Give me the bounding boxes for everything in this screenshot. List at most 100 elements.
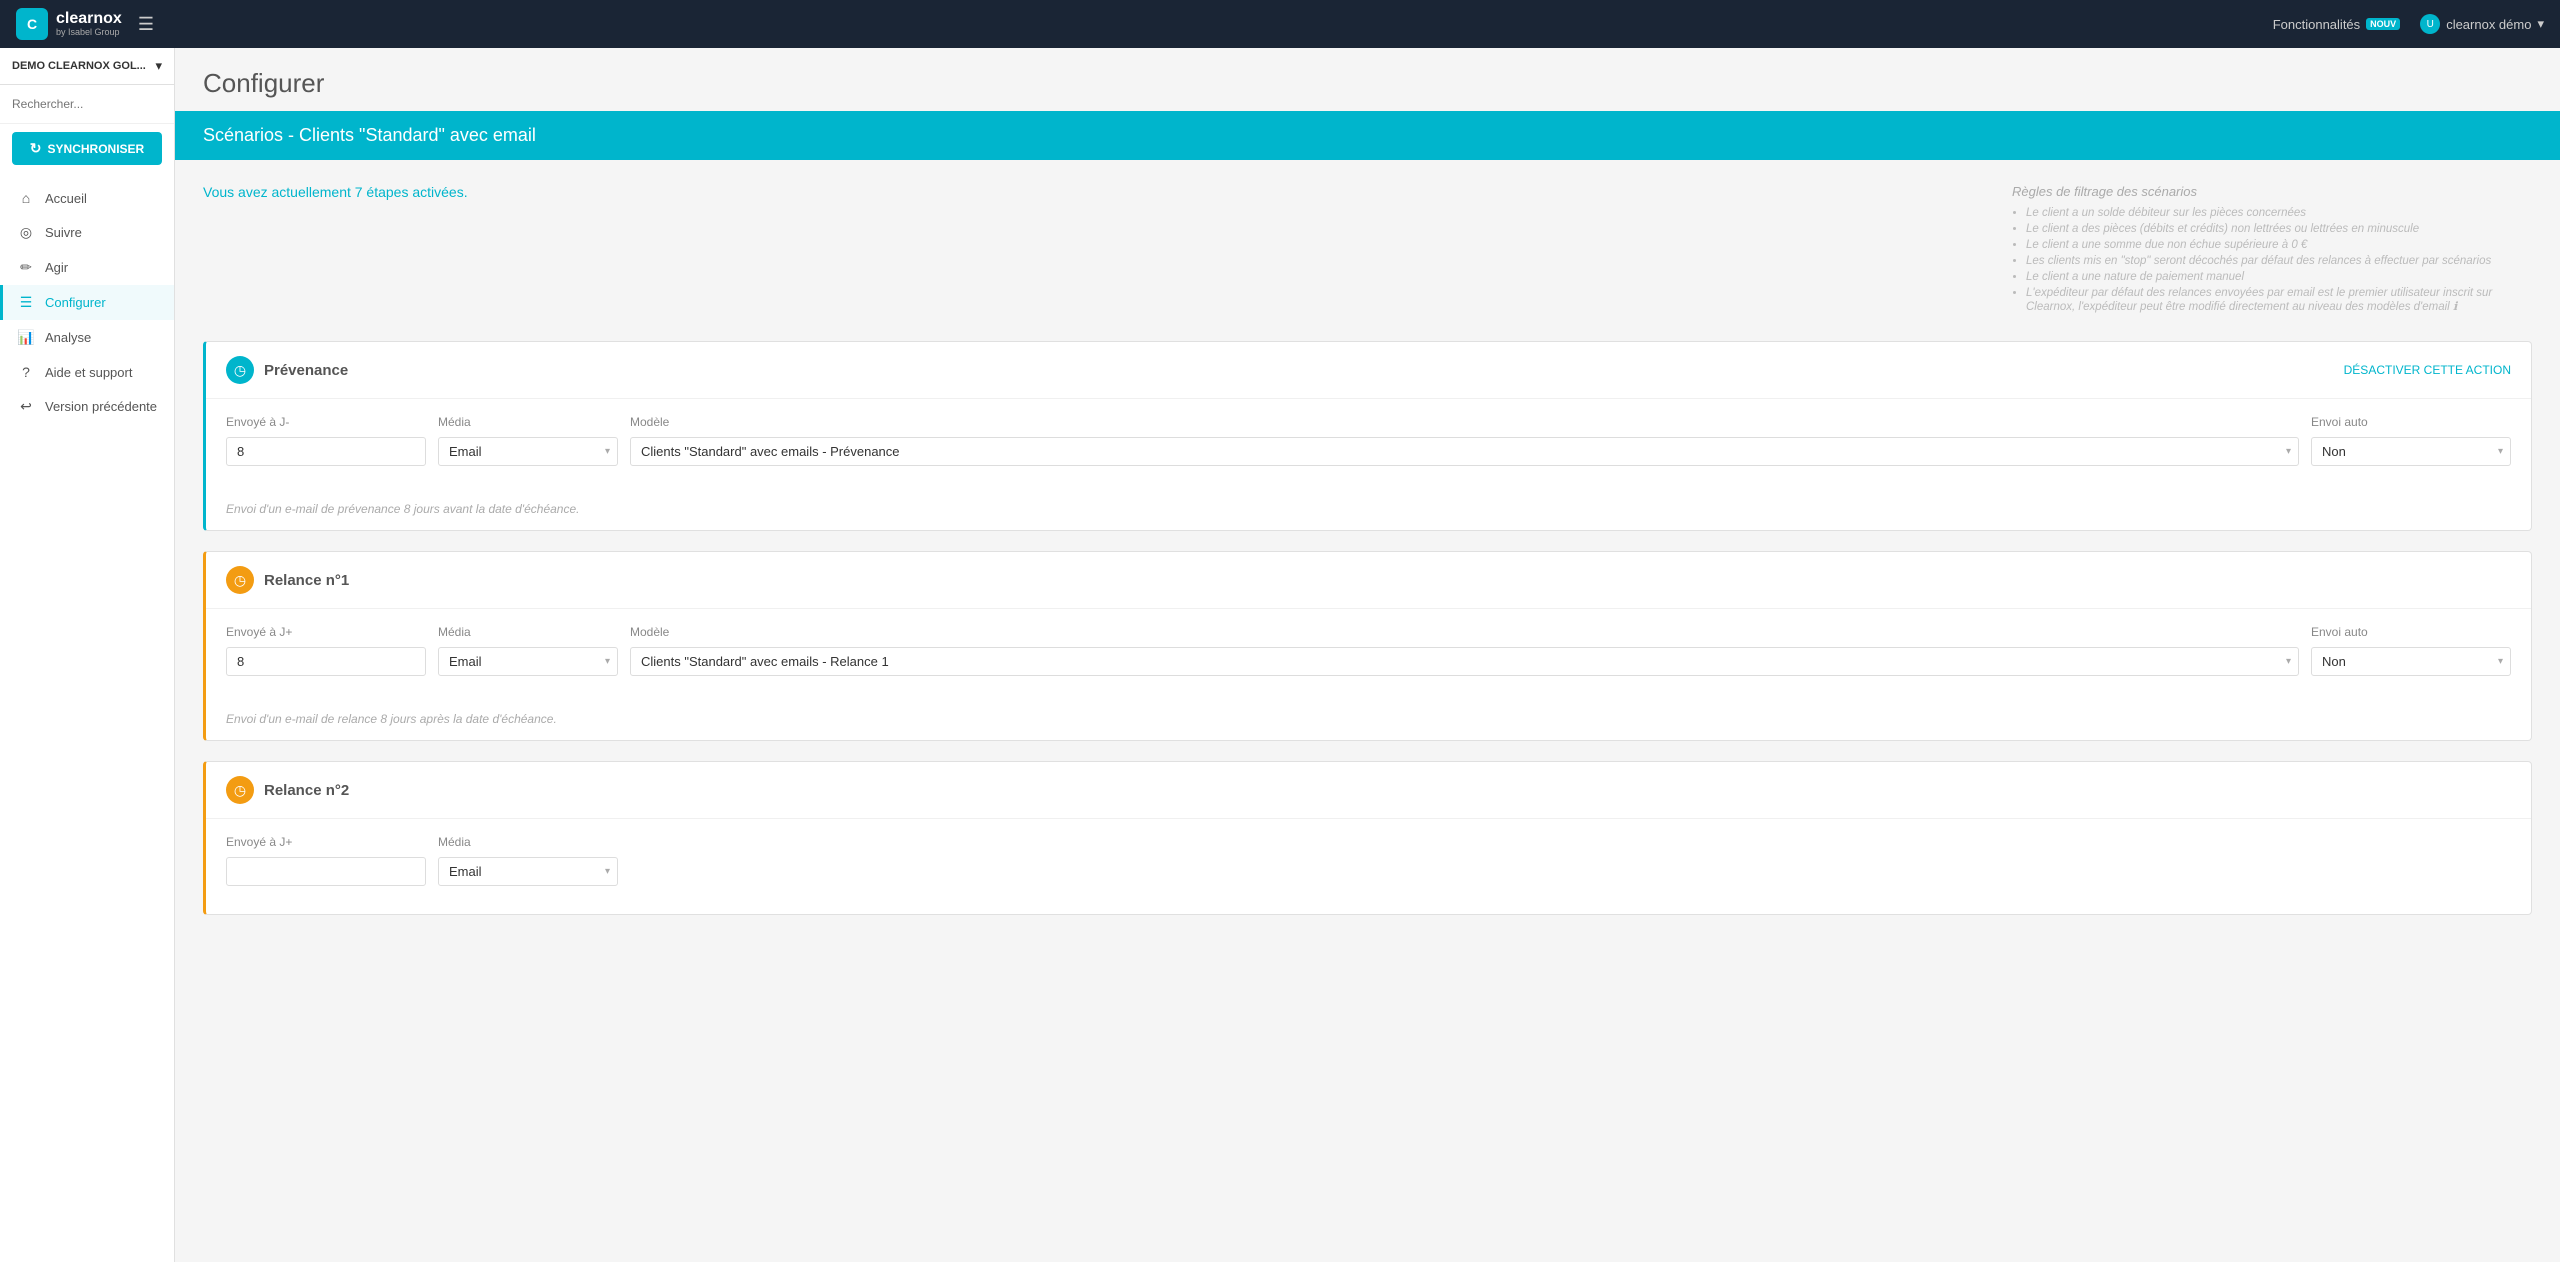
relance2-media-group: Média Email SMS Courrier ▾ xyxy=(438,835,618,886)
relance2-media-select[interactable]: Email SMS Courrier xyxy=(438,857,618,886)
sidebar-item-label: Configurer xyxy=(45,295,106,310)
prevenance-media-select[interactable]: Email SMS Courrier xyxy=(438,437,618,466)
relance1-title: Relance n°1 xyxy=(264,572,349,589)
layout: DEMO CLEARNOX GOL... ▾ ↻ SYNCHRONISER ⌂ … xyxy=(0,48,2560,1262)
hamburger-icon[interactable]: ☰ xyxy=(138,14,154,35)
relance1-media-select[interactable]: Email SMS Courrier xyxy=(438,647,618,676)
filter-rule-item: Le client a un solde débiteur sur les pi… xyxy=(2026,207,2532,219)
filter-rules-list: Le client a un solde débiteur sur les pi… xyxy=(2012,207,2532,313)
prevenance-modele-group: Modèle Clients "Standard" avec emails - … xyxy=(630,415,2299,466)
prevenance-auto-select[interactable]: Non Oui xyxy=(2311,437,2511,466)
relance2-fields-row: Envoyé à J+ Média Email SMS Courrier xyxy=(226,835,2511,886)
relance1-auto-select[interactable]: Non Oui xyxy=(2311,647,2511,676)
prevenance-media-label: Média xyxy=(438,415,618,429)
steps-active-text: Vous avez actuellement 7 étapes activées… xyxy=(203,184,468,200)
prevenance-auto-wrapper: Non Oui ▾ xyxy=(2311,437,2511,466)
prevenance-modele-select[interactable]: Clients "Standard" avec emails - Prévena… xyxy=(630,437,2299,466)
sidebar-item-label: Agir xyxy=(45,260,68,275)
sidebar-item-agir[interactable]: ✏ Agir xyxy=(0,250,174,285)
relance2-title-area: ◷ Relance n°2 xyxy=(226,776,349,804)
config-icon: ☰ xyxy=(17,294,35,311)
prevenance-header: ◷ Prévenance DÉSACTIVER CETTE ACTION xyxy=(206,342,2531,399)
filter-rule-item: Le client a une somme due non échue supé… xyxy=(2026,239,2532,251)
prevenance-icon: ◷ xyxy=(226,356,254,384)
company-chevron-icon: ▾ xyxy=(155,58,162,74)
filter-rule-item: Les clients mis en "stop" seront décoché… xyxy=(2026,255,2532,267)
relance2-title: Relance n°2 xyxy=(264,782,349,799)
relance1-fields: Envoyé à J+ Média Email SMS Courrier xyxy=(206,609,2531,704)
user-label: clearnox démo xyxy=(2446,17,2531,32)
page-header: Configurer xyxy=(175,48,2560,111)
relance1-auto-label: Envoi auto xyxy=(2311,625,2511,639)
sidebar-item-label: Version précédente xyxy=(45,399,157,414)
new-badge: NOUV xyxy=(2366,18,2400,30)
relance2-header: ◷ Relance n°2 xyxy=(206,762,2531,819)
relance1-header: ◷ Relance n°1 xyxy=(206,552,2531,609)
help-icon: ? xyxy=(17,364,35,380)
fonctionnalites-menu[interactable]: Fonctionnalités NOUV xyxy=(2273,17,2400,32)
filter-rule-item: Le client a une nature de paiement manue… xyxy=(2026,271,2532,283)
prevenance-title: Prévenance xyxy=(264,362,348,379)
deactivate-prevenance-button[interactable]: DÉSACTIVER CETTE ACTION xyxy=(2344,363,2511,377)
relance1-media-wrapper: Email SMS Courrier ▾ xyxy=(438,647,618,676)
relance2-fields: Envoyé à J+ Média Email SMS Courrier xyxy=(206,819,2531,914)
relance1-modele-select[interactable]: Clients "Standard" avec emails - Relance… xyxy=(630,647,2299,676)
sidebar-item-label: Suivre xyxy=(45,225,82,240)
prevenance-envoi-group: Envoyé à J- xyxy=(226,415,426,466)
sidebar-item-label: Accueil xyxy=(45,191,87,206)
scenario-header: Scénarios - Clients "Standard" avec emai… xyxy=(175,111,2560,160)
sidebar-item-suivre[interactable]: ◎ Suivre xyxy=(0,215,174,250)
top-nav-left: C clearnox by Isabel Group ☰ xyxy=(16,8,154,40)
relance1-fields-row: Envoyé à J+ Média Email SMS Courrier xyxy=(226,625,2511,676)
sidebar-item-aide[interactable]: ? Aide et support xyxy=(0,355,174,389)
top-nav: C clearnox by Isabel Group ☰ Fonctionnal… xyxy=(0,0,2560,48)
content-body: Vous avez actuellement 7 étapes activées… xyxy=(175,160,2560,959)
sidebar-item-configurer[interactable]: ☰ Configurer xyxy=(0,285,174,320)
sidebar-item-label: Analyse xyxy=(45,330,91,345)
sidebar: DEMO CLEARNOX GOL... ▾ ↻ SYNCHRONISER ⌂ … xyxy=(0,48,175,1262)
prevenance-media-group: Média Email SMS Courrier ▾ xyxy=(438,415,618,466)
filter-rules-title: Règles de filtrage des scénarios xyxy=(2012,184,2532,199)
company-name: DEMO CLEARNOX GOL... xyxy=(12,60,146,72)
prevenance-fields-row: Envoyé à J- Média Email SMS Courrier xyxy=(226,415,2511,466)
relance2-envoi-group: Envoyé à J+ xyxy=(226,835,426,886)
prevenance-envoi-label: Envoyé à J- xyxy=(226,415,426,429)
sidebar-item-analyse[interactable]: 📊 Analyse xyxy=(0,320,174,355)
sync-label: SYNCHRONISER xyxy=(48,142,145,156)
sidebar-item-accueil[interactable]: ⌂ Accueil xyxy=(0,181,174,215)
filter-rule-item: L'expéditeur par défaut des relances env… xyxy=(2026,287,2532,313)
company-selector[interactable]: DEMO CLEARNOX GOL... ▾ xyxy=(0,48,174,85)
prevenance-fields: Envoyé à J- Média Email SMS Courrier xyxy=(206,399,2531,494)
relance2-envoi-input[interactable] xyxy=(226,857,426,886)
relance2-media-label: Média xyxy=(438,835,618,849)
prevenance-title-area: ◷ Prévenance xyxy=(226,356,348,384)
relance1-auto-group: Envoi auto Non Oui ▾ xyxy=(2311,625,2511,676)
user-avatar-icon: U xyxy=(2420,14,2440,34)
filter-rules: Règles de filtrage des scénarios Le clie… xyxy=(2012,184,2532,317)
sync-button[interactable]: ↻ SYNCHRONISER xyxy=(12,132,162,165)
relance2-media-wrapper: Email SMS Courrier ▾ xyxy=(438,857,618,886)
prevenance-modele-wrapper: Clients "Standard" avec emails - Prévena… xyxy=(630,437,2299,466)
relance1-modele-group: Modèle Clients "Standard" avec emails - … xyxy=(630,625,2299,676)
sidebar-item-version[interactable]: ↩ Version précédente xyxy=(0,389,174,424)
scenario-header-title: Scénarios - Clients "Standard" avec emai… xyxy=(203,125,536,145)
home-icon: ⌂ xyxy=(17,190,35,206)
relance1-auto-wrapper: Non Oui ▾ xyxy=(2311,647,2511,676)
relance1-title-area: ◷ Relance n°1 xyxy=(226,566,349,594)
relance1-modele-wrapper: Clients "Standard" avec emails - Relance… xyxy=(630,647,2299,676)
relance2-icon: ◷ xyxy=(226,776,254,804)
user-chevron-icon: ▾ xyxy=(2537,16,2544,32)
relance1-envoi-group: Envoyé à J+ xyxy=(226,625,426,676)
relance1-envoi-input[interactable] xyxy=(226,647,426,676)
prevenance-auto-label: Envoi auto xyxy=(2311,415,2511,429)
user-menu[interactable]: U clearnox démo ▾ xyxy=(2420,14,2544,34)
prevenance-auto-group: Envoi auto Non Oui ▾ xyxy=(2311,415,2511,466)
chart-icon: 📊 xyxy=(17,329,35,346)
relance1-section: ◷ Relance n°1 Envoyé à J+ Média xyxy=(203,551,2532,741)
filter-rule-item: Le client a des pièces (débits et crédit… xyxy=(2026,223,2532,235)
prevenance-envoi-input[interactable] xyxy=(226,437,426,466)
logo-area: C clearnox by Isabel Group xyxy=(16,8,122,40)
search-input[interactable] xyxy=(12,93,162,115)
sidebar-item-label: Aide et support xyxy=(45,365,132,380)
eye-icon: ◎ xyxy=(17,224,35,241)
